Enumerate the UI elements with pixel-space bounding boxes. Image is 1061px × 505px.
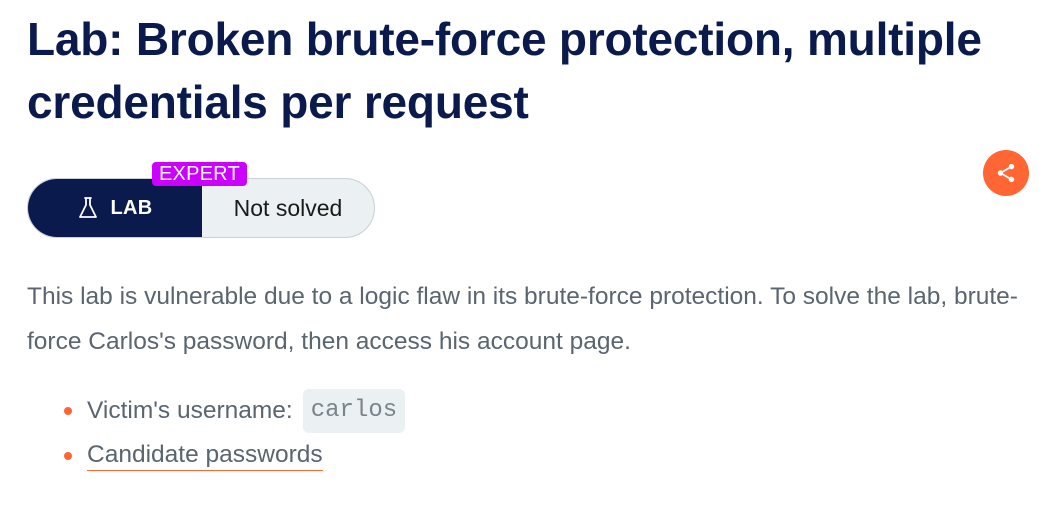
lab-type-label: LAB: [110, 196, 153, 219]
bullet: [64, 407, 72, 415]
share-button[interactable]: [983, 150, 1029, 196]
lab-status-widget: LAB Not solved EXPERT: [27, 162, 375, 238]
list-item-victim: Victim's username: carlos: [27, 388, 406, 433]
share-icon: [997, 163, 1015, 183]
lab-type-segment: LAB: [28, 179, 202, 237]
victim-label: Victim's username:: [87, 396, 293, 424]
victim-username: carlos: [302, 388, 406, 433]
level-badge: EXPERT: [152, 162, 247, 186]
candidate-passwords-link[interactable]: Candidate passwords: [87, 440, 323, 471]
bullet: [64, 452, 72, 460]
lab-details-list: Victim's username: carlos Candidate pass…: [27, 388, 406, 478]
solve-status: Not solved: [233, 194, 343, 221]
lab-description: This lab is vulnerable due to a logic fl…: [27, 283, 1018, 355]
list-item-candidate-passwords: Candidate passwords: [27, 433, 405, 478]
lab-status-pill: LAB Not solved: [27, 178, 375, 238]
flask-icon: [79, 197, 98, 218]
page-title: Lab: Broken brute-force protection, mult…: [27, 13, 982, 128]
